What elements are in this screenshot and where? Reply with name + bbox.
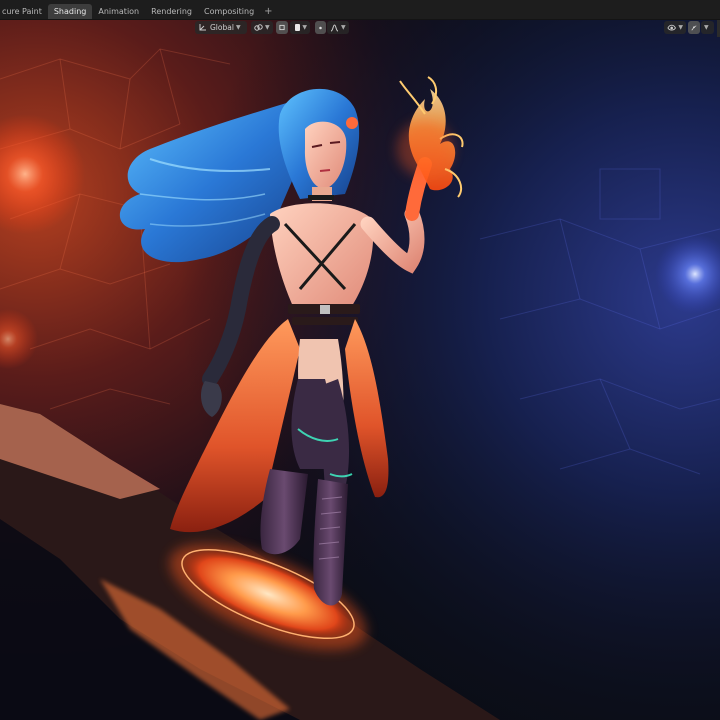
orientation-axes-icon	[199, 24, 206, 31]
chevron-down-icon: ▼	[704, 24, 709, 31]
chevron-down-icon: ▼	[678, 24, 683, 31]
falloff-dropdown[interactable]: ▼	[327, 21, 349, 34]
tab-rendering[interactable]: Rendering	[145, 4, 198, 19]
snap-element-dropdown[interactable]: ▼	[290, 21, 310, 34]
3d-viewport[interactable]: Global ▼ ▼ ▼ ▼ ▼ ▼	[0, 19, 720, 720]
gizmo-dropdown[interactable]: ▼	[701, 21, 714, 34]
falloff-curve-icon	[330, 23, 339, 31]
gizmo-icon	[691, 24, 697, 30]
visibility-dropdown[interactable]: ▼	[664, 21, 686, 34]
gizmo-toggle-button[interactable]	[688, 21, 700, 34]
orientation-label: Global	[210, 23, 234, 32]
viewport-render	[0, 19, 720, 720]
link-icon	[254, 24, 263, 31]
pivot-point-dropdown[interactable]: ▼	[251, 21, 273, 34]
snap-toggle-button[interactable]	[276, 21, 288, 34]
chevron-down-icon: ▼	[341, 24, 346, 31]
tab-texture-paint[interactable]: cure Paint	[0, 4, 48, 19]
blender-window: cure Paint Shading Animation Rendering C…	[0, 0, 720, 720]
tab-compositing[interactable]: Compositing	[198, 4, 260, 19]
chevron-down-icon: ▼	[302, 24, 307, 31]
workspace-tab-bar: cure Paint Shading Animation Rendering C…	[0, 0, 720, 20]
proportional-editing-toggle[interactable]	[315, 21, 326, 34]
chevron-down-icon: ▼	[265, 24, 270, 31]
proportional-dot-icon	[319, 26, 322, 29]
chevron-down-icon: ▼	[235, 24, 241, 31]
snap-icon	[279, 24, 285, 31]
transform-orientation-dropdown[interactable]: Global ▼	[195, 21, 247, 34]
tab-animation[interactable]: Animation	[92, 4, 145, 19]
tab-shading[interactable]: Shading	[47, 3, 93, 19]
snap-swatch-icon	[295, 24, 301, 31]
eye-icon	[667, 24, 676, 31]
add-workspace-button[interactable]: +	[260, 4, 276, 19]
viewport-header: Global ▼ ▼ ▼ ▼ ▼ ▼	[0, 19, 720, 37]
